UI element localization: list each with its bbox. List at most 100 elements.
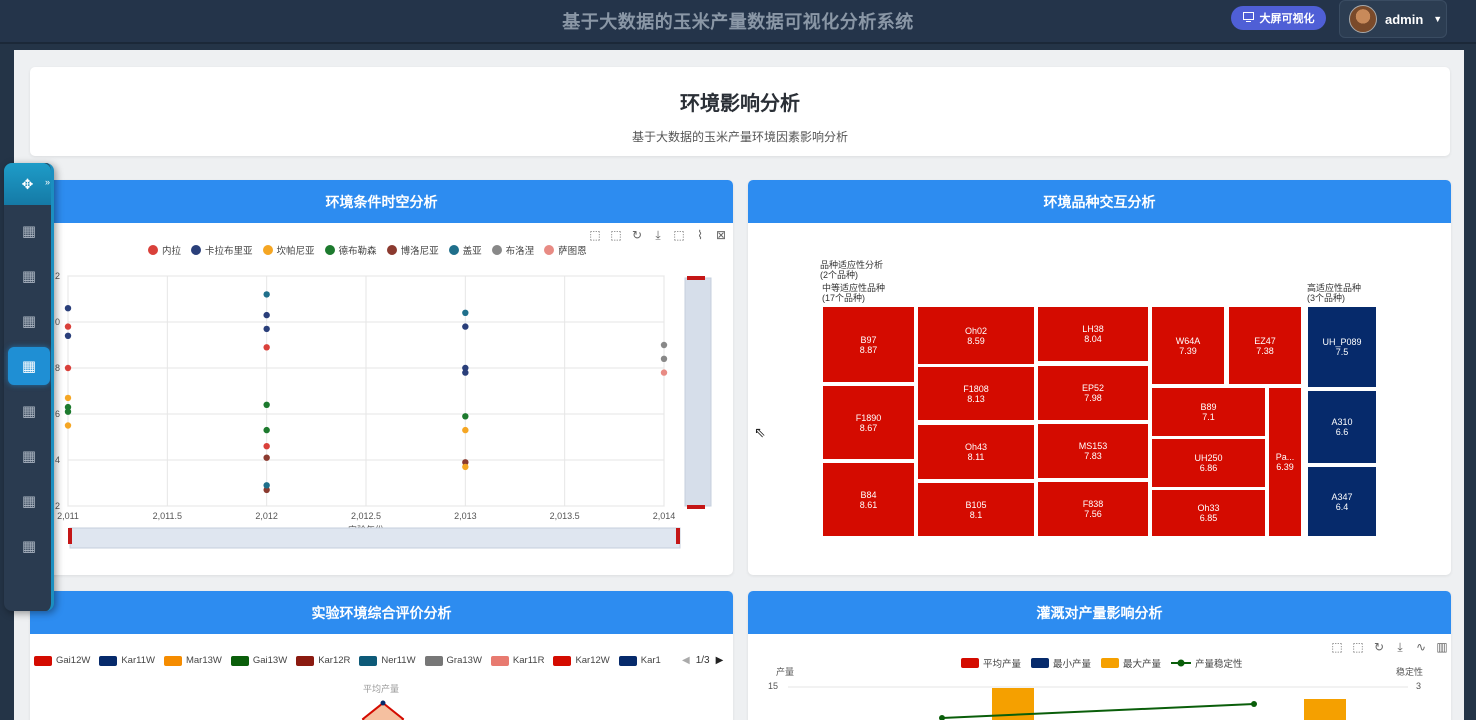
treemap-cell-value: 8.87 bbox=[859, 344, 878, 355]
treemap-cell[interactable]: Oh02 8.59 bbox=[918, 307, 1034, 364]
stability-line bbox=[941, 703, 1255, 719]
sidebar-header[interactable]: ✥ » bbox=[4, 163, 51, 205]
treemap-cell[interactable]: F838 7.56 bbox=[1038, 482, 1148, 536]
legend-item[interactable]: Mar13W bbox=[163, 655, 222, 666]
treemap-cell[interactable]: B97 8.87 bbox=[823, 307, 914, 382]
legend-label: Ner11W bbox=[381, 655, 416, 666]
radar-chart bbox=[361, 700, 405, 720]
download-icon[interactable]: ⤓ bbox=[1393, 640, 1407, 655]
treemap-cell[interactable]: UH_P089 7.5 bbox=[1308, 307, 1376, 387]
bigscreen-button[interactable]: 大屏可视化 bbox=[1231, 6, 1326, 30]
monitor-icon bbox=[1242, 11, 1254, 25]
legend-item[interactable]: Kar1 bbox=[618, 655, 661, 666]
legend-item[interactable]: Kar11R bbox=[490, 655, 544, 666]
treemap-cell-value: 7.39 bbox=[1179, 345, 1197, 356]
pager-prev-icon[interactable]: ◀ bbox=[682, 655, 690, 666]
y2-axis-label: 稳定性 bbox=[1396, 667, 1424, 677]
treemap-cell[interactable]: B84 8.61 bbox=[823, 463, 914, 536]
treemap-cell-name: MS153 bbox=[1078, 441, 1108, 451]
treemap-cell[interactable]: Oh43 8.11 bbox=[918, 425, 1034, 479]
sidebar-item-7[interactable]: ▦ bbox=[8, 482, 50, 520]
treemap-cell[interactable]: A310 6.6 bbox=[1308, 391, 1376, 463]
scatter-point bbox=[660, 355, 668, 362]
grid-icon: ▦ bbox=[21, 493, 37, 510]
scatter-point bbox=[263, 311, 270, 319]
treemap-cell-name: B105 bbox=[965, 499, 987, 510]
bar-icon[interactable]: ▥ bbox=[1435, 640, 1449, 655]
legend-item[interactable]: Ner11W bbox=[359, 655, 416, 666]
y-tick-label: 8 bbox=[55, 363, 60, 373]
treemap-cell[interactable]: LH38 8.04 bbox=[1038, 307, 1148, 361]
panel-title: 环境条件时空分析 bbox=[30, 180, 733, 223]
treemap-cell[interactable]: UH250 6.86 bbox=[1152, 439, 1265, 487]
sidebar-item-3[interactable]: ▦ bbox=[8, 302, 50, 340]
legend-label: Mar13W bbox=[185, 655, 222, 666]
sidebar-item-5[interactable]: ▦ bbox=[8, 392, 50, 430]
treemap-cell-value: 6.39 bbox=[1276, 462, 1294, 472]
treemap-cell[interactable]: Oh33 6.85 bbox=[1152, 490, 1265, 536]
y-tick-label: 4 bbox=[55, 455, 60, 465]
treemap-cell-name: EP52 bbox=[1081, 383, 1105, 393]
page-title: 环境影响分析 bbox=[680, 93, 800, 115]
panel-irrigation: 灌溉对产量影响分析 ⬚ ⬚ ↻ ⤓ ∿ ▥ 平均产量 最小产量 最大产量 产量稳定性 … bbox=[748, 591, 1451, 720]
legend-item[interactable]: 平均产量 bbox=[961, 656, 1021, 670]
panel-title: 灌溉对产量影响分析 bbox=[748, 591, 1451, 634]
treemap-cell-value: 6.6 bbox=[1335, 427, 1349, 437]
legend-item[interactable]: 产量稳定性 bbox=[1171, 656, 1243, 670]
treemap-cell[interactable]: F1890 8.67 bbox=[823, 386, 914, 459]
legend-label: Kar1 bbox=[640, 655, 661, 666]
legend-swatch bbox=[230, 655, 249, 666]
legend-item[interactable]: Gra13W bbox=[424, 655, 482, 666]
x-tick-label: 2,014 bbox=[653, 511, 676, 521]
content-area: 环境影响分析 基于大数据的玉米产量环境因素影响分析 环境条件时空分析 ⬚ ⬚ ↻… bbox=[14, 50, 1464, 720]
treemap-cell[interactable]: B89 7.1 bbox=[1152, 388, 1265, 436]
sidebar-item-8[interactable]: ▦ bbox=[8, 527, 50, 565]
scatter-point bbox=[263, 401, 270, 408]
treemap-cell[interactable]: Pa... 6.39 bbox=[1269, 388, 1301, 536]
sidebar-item-6[interactable]: ▦ bbox=[8, 437, 50, 475]
zoom-reset-icon[interactable]: ⬚ bbox=[1351, 640, 1365, 655]
scatter-point bbox=[263, 454, 270, 461]
sidebar-item-1[interactable]: ▦ bbox=[8, 212, 50, 250]
legend-item[interactable]: Kar12W bbox=[553, 655, 610, 666]
pager-next-icon[interactable]: ▶ bbox=[716, 655, 724, 666]
zoom-icon[interactable]: ⬚ bbox=[1330, 640, 1344, 655]
sidebar-item-4[interactable]: ▦ bbox=[8, 347, 50, 385]
legend-item[interactable]: 最大产量 bbox=[1101, 656, 1161, 670]
legend-item[interactable]: Gai13W bbox=[230, 655, 287, 666]
legend-item[interactable]: Gai12W bbox=[34, 655, 90, 666]
x-tick-label: 2,011 bbox=[57, 511, 79, 521]
treemap-cell[interactable]: EZ47 7.38 bbox=[1229, 307, 1301, 384]
treemap-cell-value: 8.1 bbox=[969, 509, 983, 520]
line-icon[interactable]: ∿ bbox=[1414, 640, 1428, 655]
treemap-cell[interactable]: A347 6.4 bbox=[1308, 467, 1376, 536]
expand-icon[interactable]: » bbox=[45, 177, 50, 187]
scatter-point bbox=[263, 443, 270, 450]
grid-icon: ▦ bbox=[21, 403, 37, 420]
y-tick-label: 6 bbox=[55, 409, 60, 419]
x-tick-label: 2,013 bbox=[454, 511, 477, 521]
legend-item[interactable]: Kar11W bbox=[99, 655, 155, 666]
legend-label: 产量稳定性 bbox=[1195, 659, 1243, 670]
legend-swatch bbox=[618, 655, 637, 666]
max-yield-bar bbox=[1304, 699, 1346, 720]
move-icon[interactable]: ✥ bbox=[22, 176, 34, 193]
treemap-cell[interactable]: W64A 7.39 bbox=[1152, 307, 1224, 384]
legend-swatch bbox=[553, 655, 572, 666]
treemap-cell[interactable]: F1808 8.13 bbox=[918, 367, 1034, 420]
user-menu[interactable]: admin ▼ bbox=[1339, 0, 1447, 38]
scatter-point bbox=[660, 341, 668, 349]
treemap-cell-value: 7.98 bbox=[1084, 393, 1102, 403]
treemap-cell-name: Oh43 bbox=[964, 442, 988, 452]
grid-icon: ▦ bbox=[21, 313, 37, 330]
refresh-icon[interactable]: ↻ bbox=[1372, 640, 1386, 655]
legend-item[interactable]: Kar12R bbox=[296, 655, 350, 666]
treemap-cell-name: EZ47 bbox=[1254, 335, 1276, 346]
treemap-cell[interactable]: MS153 7.83 bbox=[1038, 424, 1148, 478]
treemap-cell[interactable]: EP52 7.98 bbox=[1038, 366, 1148, 420]
treemap-cell-name: F1890 bbox=[855, 412, 882, 423]
sidebar-item-2[interactable]: ▦ bbox=[8, 257, 50, 295]
treemap-cell[interactable]: B105 8.1 bbox=[918, 483, 1034, 536]
legend-item[interactable]: 最小产量 bbox=[1031, 656, 1091, 670]
caret-down-icon: ▼ bbox=[1433, 14, 1443, 24]
